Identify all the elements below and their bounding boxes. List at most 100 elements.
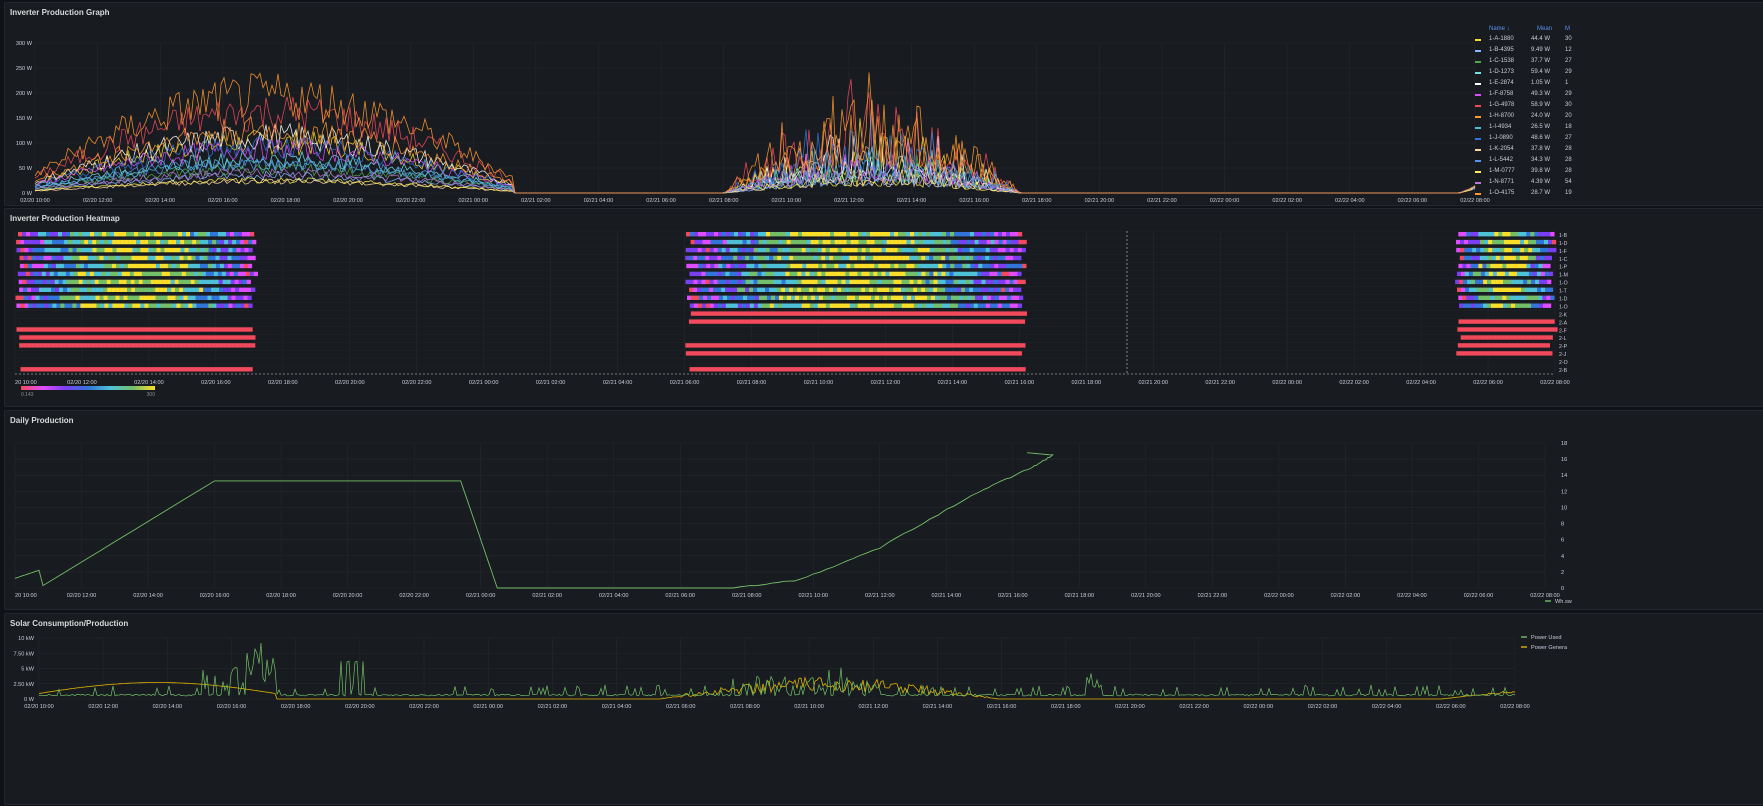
heatmap-cell bbox=[777, 271, 782, 277]
heatmap-cell bbox=[1522, 232, 1527, 237]
heatmap-cell bbox=[151, 335, 156, 340]
heatmap-cell bbox=[1485, 287, 1490, 292]
heatmap-cell bbox=[869, 255, 874, 261]
heatmap-cell bbox=[215, 335, 220, 340]
heatmap-cell bbox=[1486, 319, 1491, 324]
heatmap-cell bbox=[917, 343, 922, 348]
heatmap-cell bbox=[68, 367, 73, 372]
heatmap-cell bbox=[42, 279, 47, 285]
legend-header-mean[interactable]: Mean bbox=[1537, 26, 1552, 32]
heatmap-cell bbox=[1484, 247, 1489, 253]
heatmap-cell bbox=[51, 263, 57, 269]
heatmap-cell bbox=[957, 351, 962, 356]
heatmap-cell bbox=[1001, 255, 1006, 261]
heatmap-cell bbox=[1484, 271, 1490, 277]
heatmap-cell bbox=[55, 343, 60, 348]
heatmap-cell bbox=[934, 239, 939, 245]
heatmap-cell bbox=[243, 287, 248, 292]
heatmap-cell bbox=[1474, 295, 1479, 300]
heatmap-cell bbox=[1479, 255, 1484, 261]
x-tick-label: 02/21 10:00 bbox=[804, 380, 834, 386]
heatmap-cell bbox=[1010, 232, 1015, 237]
heatmap-cell bbox=[805, 287, 810, 292]
heatmap-cell bbox=[837, 351, 842, 356]
heatmap-cell bbox=[690, 311, 695, 316]
heatmap-cell bbox=[92, 327, 97, 332]
heatmap-cell bbox=[842, 311, 847, 316]
heatmap-cell bbox=[1495, 255, 1500, 261]
heatmap-cell bbox=[1001, 271, 1006, 277]
heatmap-cell bbox=[1476, 271, 1482, 277]
heatmap-cell bbox=[206, 279, 211, 285]
heatmap-cell bbox=[825, 247, 830, 253]
heatmap-cell bbox=[222, 279, 227, 285]
heatmap-cell bbox=[160, 367, 165, 372]
heatmap-cell bbox=[733, 343, 738, 348]
heatmap-cell bbox=[929, 255, 934, 261]
heatmap-cell bbox=[764, 319, 770, 324]
heatmap-cell bbox=[885, 287, 890, 292]
heatmap-cell bbox=[825, 271, 830, 277]
heatmap-cell bbox=[781, 279, 786, 285]
legend-mean: 48.6 W bbox=[1531, 135, 1551, 141]
legend-header-name[interactable]: Name ↓ bbox=[1489, 26, 1510, 32]
heatmap-cell bbox=[132, 239, 137, 245]
heatmap-cell bbox=[218, 232, 223, 237]
heatmap-cell bbox=[937, 367, 942, 372]
heatmap-cell bbox=[59, 255, 64, 261]
heatmap-cell bbox=[31, 263, 37, 269]
heatmap-cell bbox=[95, 295, 100, 300]
heatmap-cell bbox=[147, 335, 152, 340]
heatmap-cell bbox=[29, 271, 34, 277]
heatmap-cell bbox=[27, 255, 32, 261]
heatmap-cell bbox=[1001, 279, 1006, 285]
heatmap-cell bbox=[745, 247, 750, 253]
heatmap-cell bbox=[705, 351, 710, 356]
row-label: 2-J bbox=[1559, 352, 1567, 358]
heatmap-cell bbox=[954, 311, 959, 316]
heatmap-cell bbox=[71, 263, 77, 269]
heatmap-cell bbox=[38, 232, 43, 237]
heatmap-cell bbox=[886, 311, 891, 316]
heatmap-cell bbox=[790, 263, 795, 269]
heatmap-cell bbox=[1009, 255, 1014, 261]
heatmap-row bbox=[18, 232, 255, 237]
heatmap-cell bbox=[1001, 343, 1006, 348]
heatmap-cell bbox=[163, 295, 168, 300]
heatmap-cell bbox=[845, 287, 850, 292]
heatmap-cell bbox=[183, 287, 188, 292]
heatmap-cell bbox=[46, 232, 51, 237]
heatmap-cell bbox=[183, 335, 188, 340]
heatmap-cell bbox=[841, 247, 846, 253]
heatmap-cell bbox=[958, 263, 963, 269]
heatmap-cell bbox=[171, 343, 176, 348]
heatmap-cell bbox=[973, 367, 978, 372]
heatmap-cell bbox=[910, 263, 915, 269]
heatmap-cell bbox=[216, 239, 221, 245]
heatmap-cell bbox=[770, 263, 775, 269]
x-tick-label: 02/22 02:00 bbox=[1272, 198, 1302, 204]
heatmap-cell bbox=[131, 287, 136, 292]
heatmap-cell bbox=[1500, 247, 1505, 253]
heatmap-cell bbox=[160, 239, 165, 245]
legend-header-max[interactable]: M bbox=[1565, 26, 1570, 32]
heatmap-cell bbox=[1010, 263, 1015, 269]
heatmap-cell bbox=[878, 232, 883, 237]
heatmap-cell bbox=[757, 351, 762, 356]
heatmap-cell bbox=[988, 319, 994, 324]
heatmap-cell bbox=[1466, 319, 1471, 324]
heatmap-cell bbox=[136, 327, 141, 332]
heatmap-cell bbox=[694, 232, 699, 237]
heatmap-cell bbox=[941, 303, 946, 308]
heatmap-cell bbox=[1474, 319, 1479, 324]
heatmap-cell bbox=[148, 367, 153, 372]
heatmap-cell bbox=[840, 319, 846, 324]
heatmap-cell bbox=[784, 319, 790, 324]
heatmap-row bbox=[19, 255, 256, 261]
power-used-line bbox=[38, 642, 1516, 697]
heatmap-cell bbox=[167, 335, 172, 340]
heatmap-cell bbox=[965, 351, 970, 356]
legend-name: 1-I-4934 bbox=[1489, 124, 1512, 130]
heatmap-cell bbox=[740, 319, 746, 324]
heatmap-cell bbox=[32, 247, 37, 253]
